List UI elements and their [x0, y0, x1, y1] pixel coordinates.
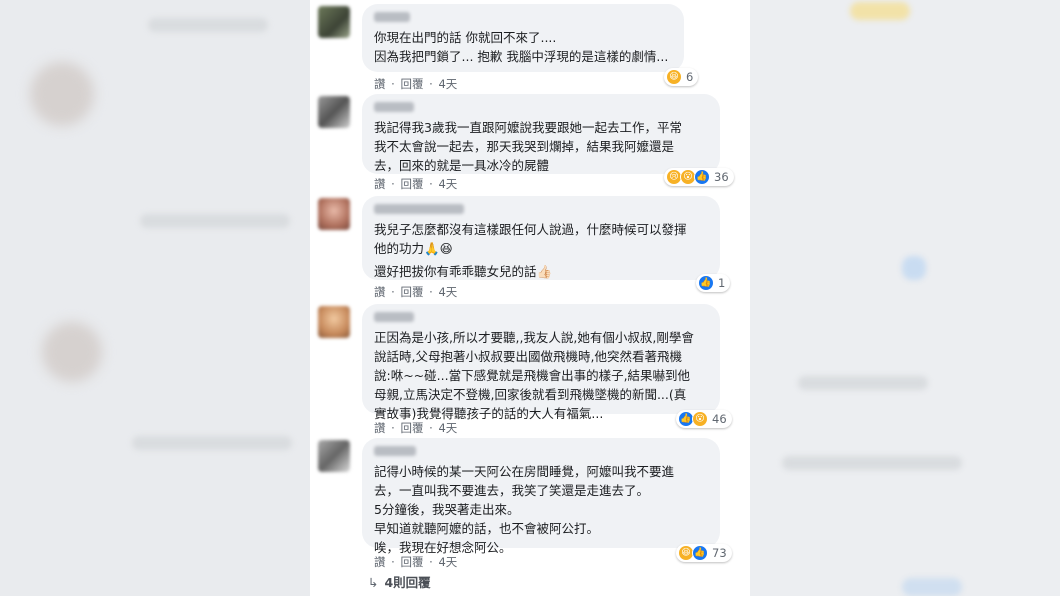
comment-text: 記得小時候的某一天阿公在房間睡覺，阿嬤叫我不要進	[374, 464, 675, 479]
reaction-count[interactable]: 👍 1	[696, 274, 731, 292]
comment-text: 早知道就聽阿嬤的話，也不會被阿公打。	[374, 521, 600, 536]
reply-button[interactable]: 回覆	[400, 285, 423, 299]
comment-feed: 你現在出門的話 你就回不來了.... 因為我把門鎖了... 抱歉 我腦中浮現的是…	[310, 0, 750, 596]
avatar[interactable]	[318, 96, 350, 128]
comment-actions: 讚 · 回覆 · 4天	[374, 420, 459, 436]
blurred-right-panel	[742, 0, 1060, 596]
comment-text: 我記得我3歲我一直跟阿嬤說我要跟她一起去工作，平常	[374, 120, 682, 135]
avatar[interactable]	[318, 306, 350, 338]
blurred-reaction	[850, 2, 910, 20]
comment-text: 正因為是小孩,所以才要聽,,我友人說,她有個小叔叔,剛學會	[374, 330, 694, 345]
timestamp[interactable]: 4天	[438, 421, 457, 435]
blurred-text	[148, 18, 268, 32]
reply-button[interactable]: 回覆	[400, 421, 423, 435]
separator: ·	[391, 555, 395, 569]
reaction-count[interactable]: 😆 6	[664, 68, 699, 86]
blurred-avatar	[30, 62, 94, 126]
comment-text: 你現在出門的話 你就回不來了....	[374, 30, 557, 45]
comment-text: 說:咻~~碰...當下感覺就是飛機會出事的樣子,結果嚇到他	[374, 368, 691, 383]
comment-bubble: 你現在出門的話 你就回不來了.... 因為我把門鎖了... 抱歉 我腦中浮現的是…	[362, 4, 684, 72]
like-button[interactable]: 讚	[374, 177, 386, 191]
reply-arrow-icon: ↳	[368, 575, 379, 590]
reaction-count[interactable]: 😢 😮 👍 36	[664, 168, 734, 186]
like-button[interactable]: 讚	[374, 555, 386, 569]
author-name[interactable]	[374, 446, 416, 456]
blurred-text	[798, 376, 928, 390]
separator: ·	[429, 555, 433, 569]
reaction-count[interactable]: 👍 😮 46	[676, 410, 732, 428]
blurred-avatar	[42, 322, 102, 382]
author-name[interactable]	[374, 312, 414, 322]
comment-text: 母親,立馬決定不登機,回家後就看到飛機墜機的新聞...(真	[374, 387, 687, 402]
avatar[interactable]	[318, 198, 350, 230]
separator: ·	[391, 177, 395, 191]
separator: ·	[391, 421, 395, 435]
like-button[interactable]: 讚	[374, 421, 386, 435]
timestamp[interactable]: 4天	[438, 177, 457, 191]
blurred-left-panel	[0, 0, 312, 596]
separator: ·	[391, 285, 395, 299]
comment-text: 我兒子怎麼都沒有這樣跟任何人說過，什麼時候可以發揮	[374, 222, 687, 237]
reply-button[interactable]: 回覆	[400, 77, 423, 91]
author-name[interactable]	[374, 204, 464, 214]
like-button[interactable]: 讚	[374, 77, 386, 91]
blurred-reaction	[902, 578, 962, 596]
like-icon: 👍	[698, 275, 714, 291]
reply-button[interactable]: 回覆	[400, 177, 423, 191]
author-name[interactable]	[374, 12, 410, 22]
reaction-count[interactable]: 😆 👍 73	[676, 544, 732, 562]
author-name[interactable]	[374, 102, 414, 112]
separator: ·	[429, 177, 433, 191]
comment-bubble: 記得小時候的某一天阿公在房間睡覺，阿嬤叫我不要進 去，一直叫我不要進去，我笑了笑…	[362, 438, 720, 555]
comment-text: 說話時,父母抱著小叔叔要出國做飛機時,他突然看著飛機	[374, 349, 682, 364]
comment-bubble: 我記得我3歲我一直跟阿嬤說我要跟她一起去工作，平常 我不太會說一起去，那天我哭到…	[362, 94, 720, 174]
avatar[interactable]	[318, 440, 350, 472]
timestamp[interactable]: 4天	[438, 555, 457, 569]
blurred-text	[782, 456, 962, 470]
comment-actions: 讚 · 回覆 · 4天	[374, 284, 459, 300]
comment-text: 因為我把門鎖了... 抱歉 我腦中浮現的是這樣的劇情...	[374, 49, 669, 64]
blurred-text	[140, 214, 290, 228]
avatar[interactable]	[318, 6, 350, 38]
like-icon: 👍	[692, 545, 708, 561]
comment-text: 還好把拔你有乖乖聽女兒的話👍🏻	[374, 264, 553, 279]
comment-text: 去，一直叫我不要進去，我笑了笑還是走進去了。	[374, 483, 650, 498]
haha-icon: 😆	[666, 69, 682, 85]
timestamp[interactable]: 4天	[438, 285, 457, 299]
wow-icon: 😮	[692, 411, 708, 427]
comment-text: 去，回來的就是一具冰冷的屍體	[374, 158, 550, 173]
separator: ·	[429, 421, 433, 435]
like-icon: 👍	[694, 169, 710, 185]
view-replies-link[interactable]: ↳ 4則回覆	[368, 572, 431, 591]
comment-actions: 讚 · 回覆 · 4天	[374, 554, 459, 570]
separator: ·	[391, 77, 395, 91]
comment-bubble: 正因為是小孩,所以才要聽,,我友人說,她有個小叔叔,剛學會 說話時,父母抱著小叔…	[362, 304, 720, 421]
view-replies-label: 4則回覆	[384, 575, 431, 590]
comment-bubble: 我兒子怎麼都沒有這樣跟任何人說過，什麼時候可以發揮 他的功力🙏😆 還好把拔你有乖…	[362, 196, 720, 280]
separator: ·	[429, 285, 433, 299]
comment-text: 他的功力🙏😆	[374, 241, 453, 256]
blurred-text	[132, 436, 292, 450]
comment-actions: 讚 · 回覆 · 4天	[374, 176, 459, 192]
reply-button[interactable]: 回覆	[400, 555, 423, 569]
separator: ·	[429, 77, 433, 91]
comment-text: 我不太會說一起去，那天我哭到爛掉，結果我阿嬤還是	[374, 139, 675, 154]
like-button[interactable]: 讚	[374, 285, 386, 299]
comment-text: 5分鐘後，我哭著走出來。	[374, 502, 520, 517]
blurred-reaction	[902, 256, 926, 280]
comment-actions: 讚 · 回覆 · 4天	[374, 76, 459, 92]
timestamp[interactable]: 4天	[438, 77, 457, 91]
